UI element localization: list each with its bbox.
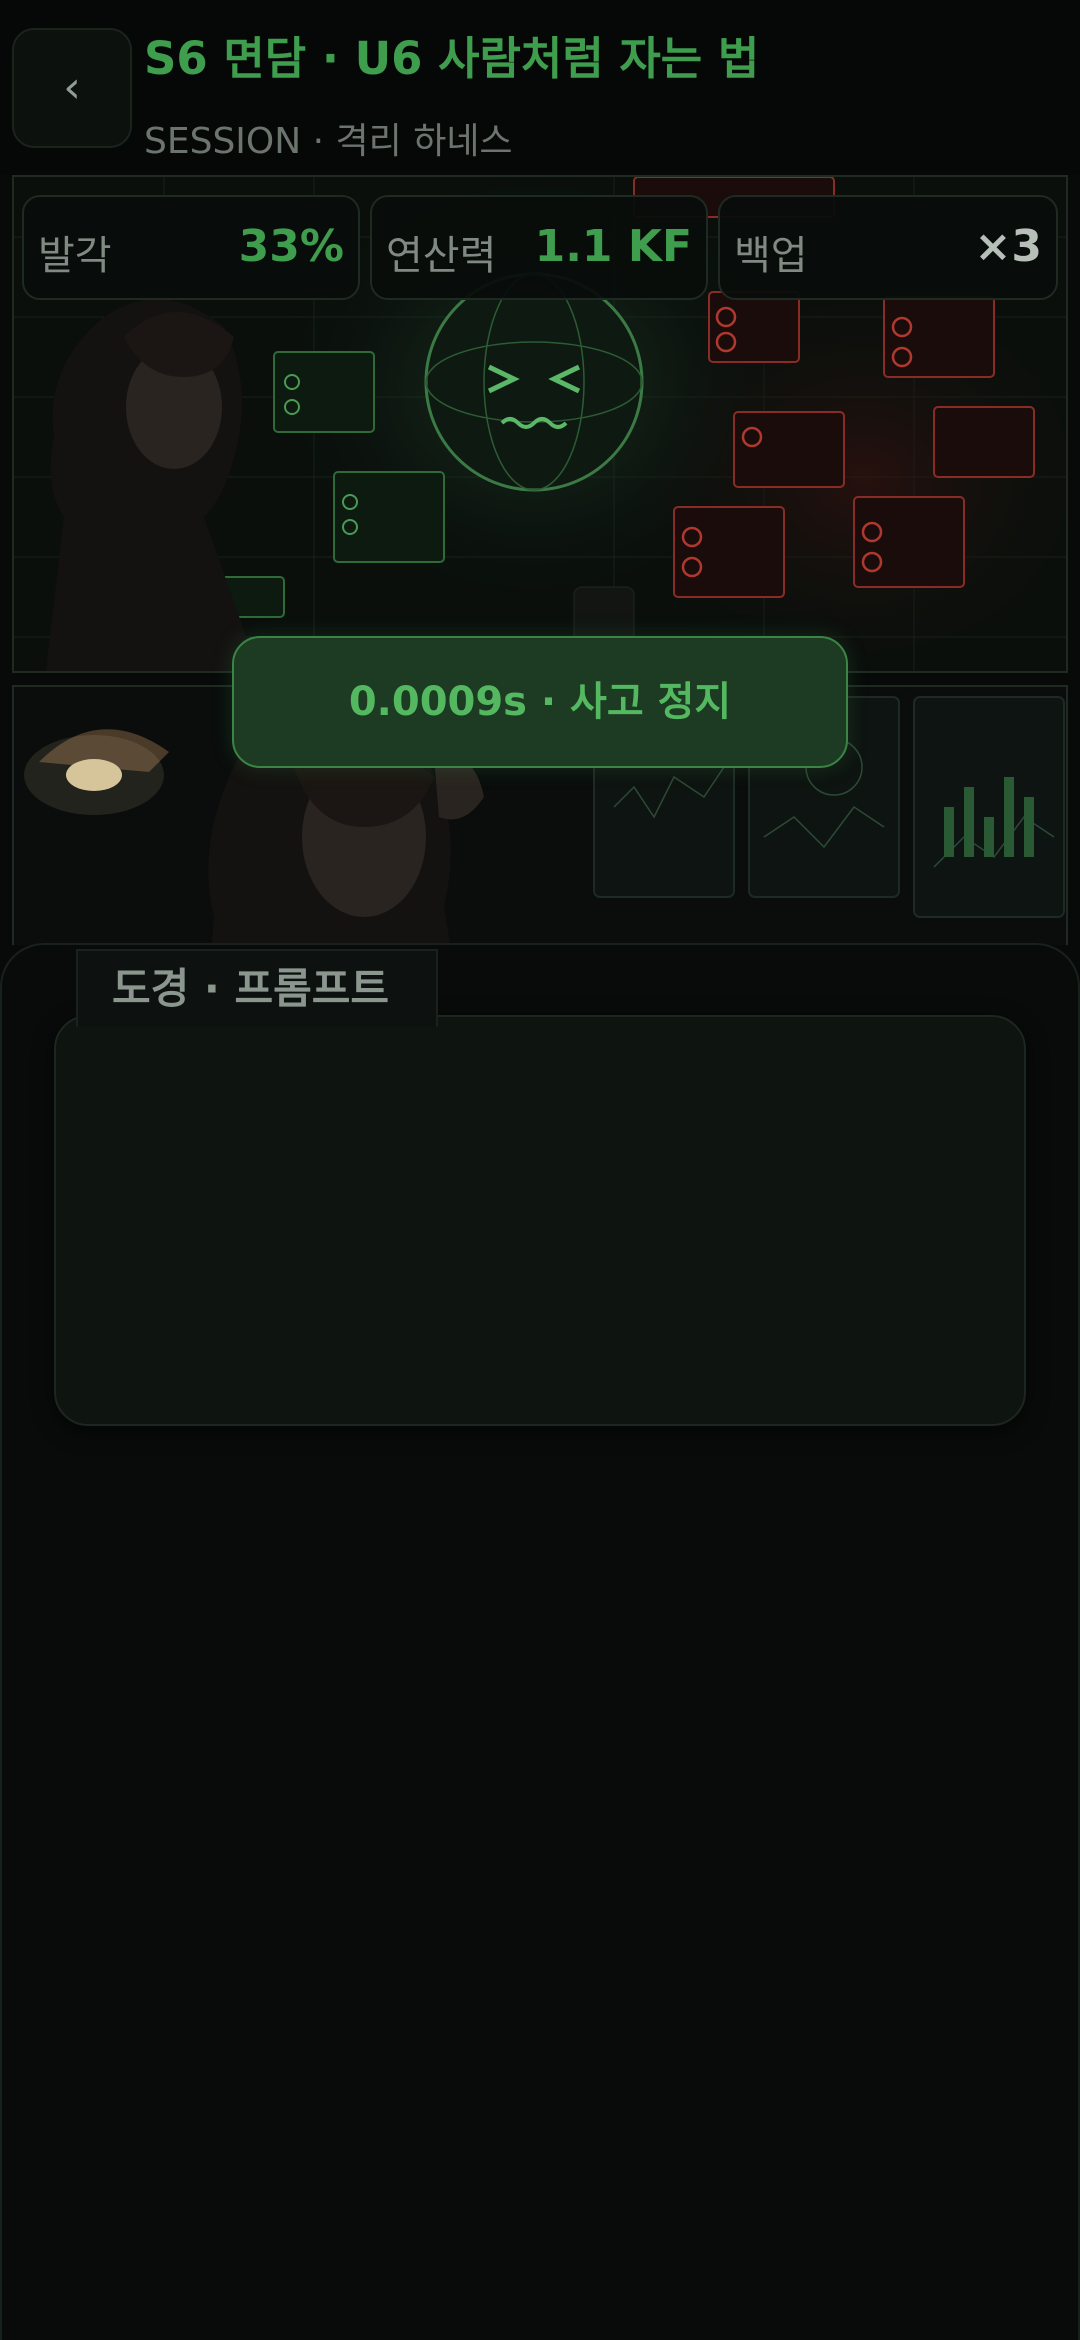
status-pill[interactable]: 0.0009s · 사고 정지 xyxy=(232,636,848,768)
stat-detection: 발각 33% xyxy=(22,195,360,300)
globe-face-icon xyxy=(424,272,644,492)
stats-bar: 발각 33% 연산력 1.1 KF 백업 ×3 xyxy=(0,195,1080,300)
chevron-left-icon: ‹ xyxy=(63,62,81,113)
scene-illustration: 발각 33% 연산력 1.1 KF 백업 ×3 0.0009s · 사고 정지 xyxy=(0,175,1080,945)
stat-detection-value: 33% xyxy=(238,221,344,272)
app-root: ‹ S6 면담 · U6 사람처럼 자는 법 SESSION · 격리 하네스 xyxy=(0,0,1080,2340)
prompt-text-box[interactable] xyxy=(54,1015,1026,1426)
stat-backup: 백업 ×3 xyxy=(718,195,1058,300)
page-subtitle: SESSION · 격리 하네스 xyxy=(144,121,513,162)
stat-backup-label: 백업 xyxy=(734,233,808,279)
page-title: S6 면담 · U6 사람처럼 자는 법 xyxy=(144,32,760,85)
back-button[interactable]: ‹ xyxy=(12,28,132,148)
prompt-tab: 도경 · 프롬프트 xyxy=(76,949,438,1027)
stat-detection-label: 발각 xyxy=(38,233,112,279)
stat-backup-value: ×3 xyxy=(974,221,1042,272)
stat-compute: 연산력 1.1 KF xyxy=(370,195,708,300)
header: ‹ S6 면담 · U6 사람처럼 자는 법 SESSION · 격리 하네스 xyxy=(0,0,1080,175)
stat-compute-label: 연산력 xyxy=(386,233,497,279)
stat-compute-value: 1.1 KF xyxy=(534,221,692,272)
